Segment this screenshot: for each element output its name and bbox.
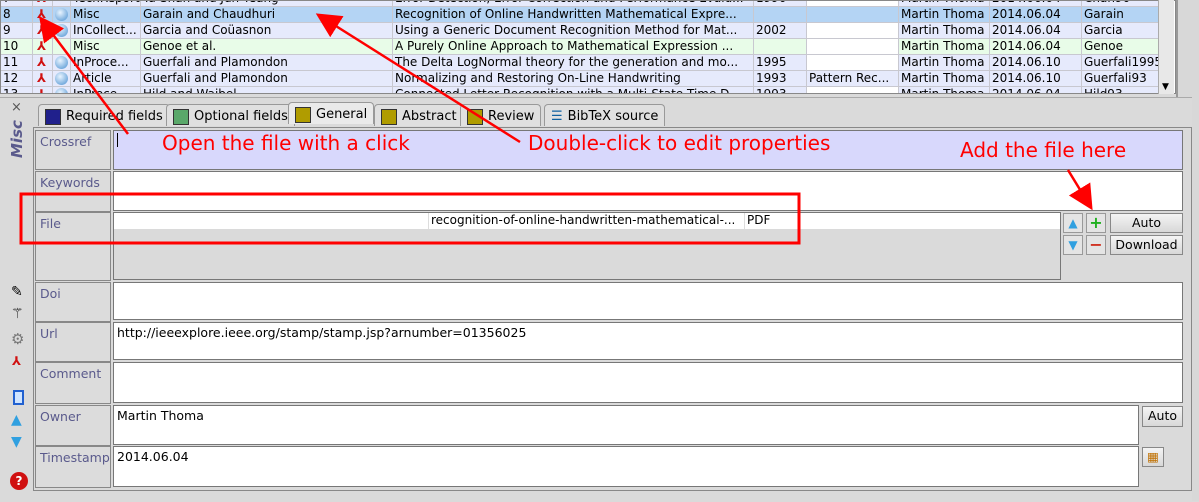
add-file-note: Add the file here	[960, 138, 1127, 162]
edit-properties-note: Double-click to edit properties	[528, 131, 831, 155]
file-highlight-box	[19, 192, 801, 245]
annotation-overlay	[19, 13, 1093, 245]
open-file-note: Open the file with a click	[162, 131, 410, 155]
edit-properties-arrow	[315, 13, 521, 144]
open-file-arrow	[38, 16, 129, 135]
add-file-arrow	[1066, 169, 1093, 211]
